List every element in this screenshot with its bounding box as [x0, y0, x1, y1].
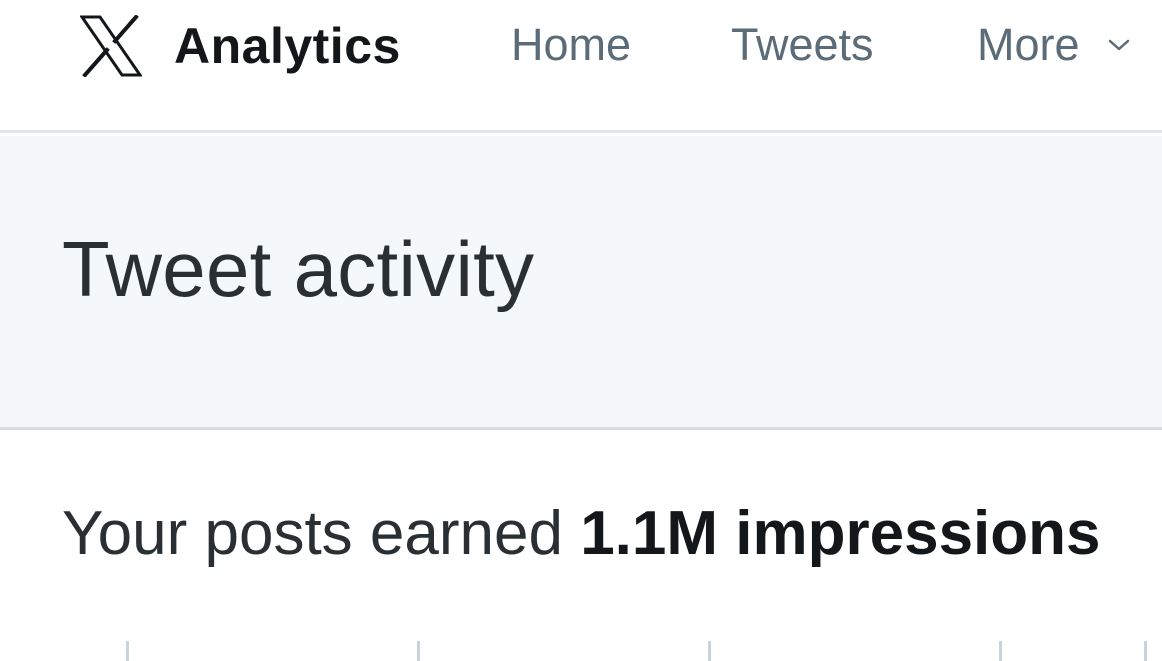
nav-more-menu[interactable]: More	[977, 22, 1130, 67]
brand[interactable]: Analytics	[80, 14, 401, 78]
top-navigation: Analytics Home Tweets More	[0, 0, 1162, 133]
chevron-down-icon	[1108, 39, 1129, 50]
page-title: Tweet activity	[62, 225, 535, 313]
impressions-value: 1.1M impressions	[580, 499, 1101, 568]
chart-tick	[708, 641, 711, 661]
chart-tick	[999, 641, 1002, 661]
page-header: Tweet activity	[0, 136, 1162, 430]
nav-more-label: More	[977, 19, 1080, 70]
analytics-page: Analytics Home Tweets More Tweet activit…	[0, 0, 1162, 661]
nav-link-tweets[interactable]: Tweets	[731, 22, 874, 67]
summary-prefix: Your posts earned	[62, 499, 581, 568]
x-logo-icon	[80, 15, 142, 77]
chart-tick	[126, 641, 129, 661]
brand-name: Analytics	[174, 18, 401, 74]
impressions-summary: Your posts earned 1.1M impressions	[62, 503, 1101, 565]
nav-link-home[interactable]: Home	[511, 22, 631, 67]
chart-tick	[417, 641, 420, 661]
chart-tick	[1144, 641, 1147, 661]
